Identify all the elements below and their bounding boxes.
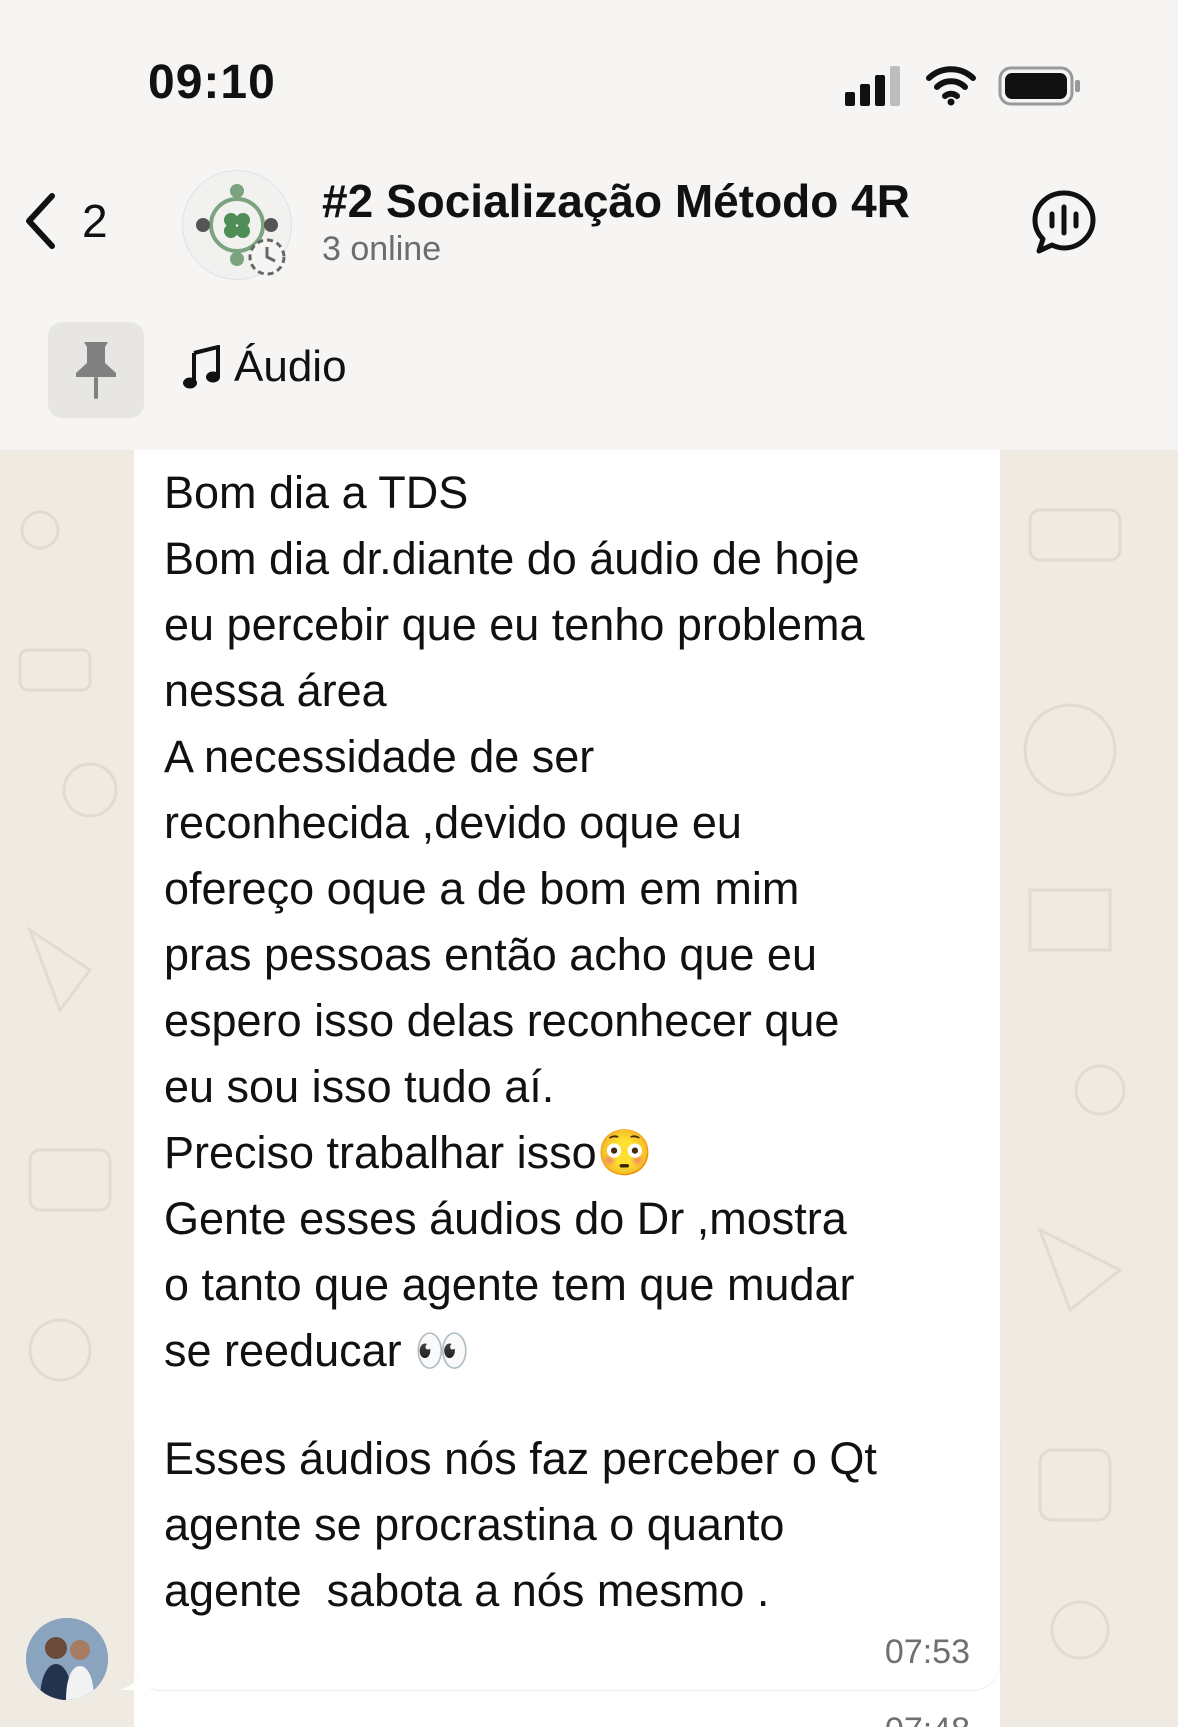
pinned-messages-button[interactable] [48,322,144,418]
voice-chat-icon[interactable] [1030,188,1098,256]
chat-title[interactable]: #2 Socialização Método 4R [322,174,910,228]
cellular-signal-icon [845,66,900,106]
pin-icon [76,342,116,399]
sender-avatar[interactable] [26,1618,108,1700]
status-bar: 09:10 [0,0,1178,160]
group-logo-icon [196,184,286,276]
wifi-icon [926,66,976,106]
status-time: 09:10 [148,56,276,109]
chat-header: 2 #2 Socialização Método 4R 3 online Áud… [0,160,1178,451]
battery-icon [998,66,1080,106]
back-button[interactable]: 2 [24,192,108,250]
message-time: 07:48 [885,1711,970,1727]
chevron-left-icon [26,193,55,249]
pinned-message[interactable]: Áudio [182,342,347,392]
message-bubble[interactable]: Esses áudios nós faz perceber o Qt agent… [134,1420,1000,1690]
bubble-tail [120,1668,150,1690]
message-time: 07:53 [884,1633,970,1671]
group-avatar[interactable] [182,170,292,280]
message-list[interactable]: Bom dia a TDS Bom dia dr.diante do áudio… [0,450,1178,1727]
message-text: Esses áudios nós faz perceber o Qt agent… [164,1433,877,1616]
pinned-label: Áudio [234,342,347,391]
online-status: 3 online [322,230,442,268]
music-note-icon [183,345,220,389]
unread-count: 2 [82,195,108,247]
message-text: Bom dia a TDS Bom dia dr.diante do áudio… [164,467,865,1376]
person-avatar-icon [26,1618,108,1700]
